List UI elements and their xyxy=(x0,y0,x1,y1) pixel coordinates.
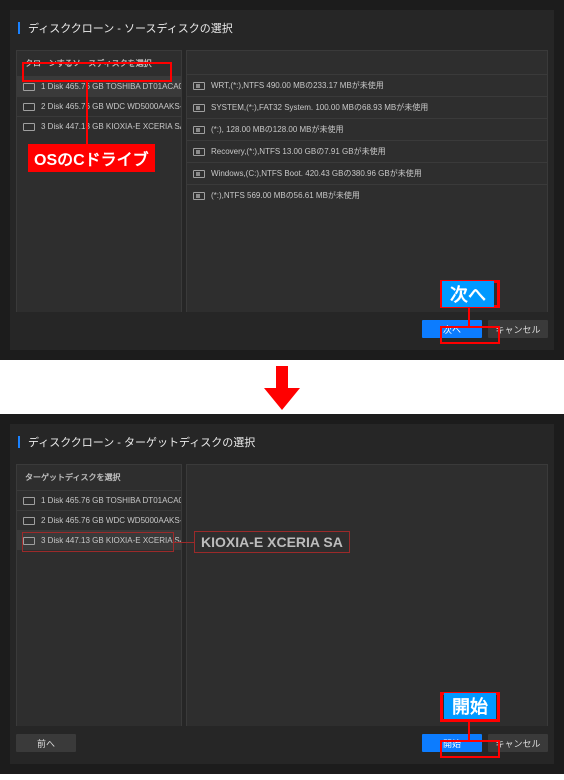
partition-list: WRT,(*:),NTFS 490.00 MBの233.17 MBが未使用 SY… xyxy=(186,50,548,312)
flow-arrow xyxy=(0,360,564,414)
target-disk-panel: ディスククローン - ターゲットディスクの選択 ターゲットディスクを選択 1 D… xyxy=(0,414,564,774)
disk-label: 1 Disk 465.76 GB TOSHIBA DT01ACA0 xyxy=(41,496,181,505)
back-button[interactable]: 前へ xyxy=(16,734,76,752)
back-button-label: 前へ xyxy=(37,737,55,750)
next-button-label: 次へ xyxy=(443,323,461,336)
disk-label: 2 Disk 465.76 GB WDC WD5000AAKS- xyxy=(41,102,181,111)
disk-icon xyxy=(23,123,35,131)
button-row: 前へ 開始 キャンセル xyxy=(10,726,554,752)
disk-icon xyxy=(23,497,35,505)
panel-title-row: ディスククローン - ソースディスクの選択 xyxy=(10,10,554,50)
next-button[interactable]: 次へ xyxy=(422,320,482,338)
target-partition-list xyxy=(186,464,548,726)
partition-row[interactable]: Recovery,(*:),NTFS 13.00 GBの7.91 GBが未使用 xyxy=(187,140,547,162)
panel-title-row: ディスククローン - ターゲットディスクの選択 xyxy=(10,424,554,464)
disk-row[interactable]: 3 Disk 447.13 GB KIOXIA-E XCERIA SA xyxy=(17,530,181,550)
cancel-button-label: キャンセル xyxy=(495,323,540,336)
disk-row[interactable]: 1 Disk 465.76 GB TOSHIBA DT01ACA0 xyxy=(17,490,181,510)
disk-icon xyxy=(23,517,35,525)
partition-row[interactable]: (*:),NTFS 569.00 MBの56.61 MBが未使用 xyxy=(187,184,547,206)
partition-icon xyxy=(193,104,205,112)
partition-label: (*:), 128.00 MBの128.00 MBが未使用 xyxy=(211,124,344,135)
partition-row[interactable]: (*:), 128.00 MBの128.00 MBが未使用 xyxy=(187,118,547,140)
target-disk-list: ターゲットディスクを選択 1 Disk 465.76 GB TOSHIBA DT… xyxy=(16,464,182,726)
page-title: ディスククローン - ソースディスクの選択 xyxy=(28,20,233,36)
disk-label: 1 Disk 465.76 GB TOSHIBA DT01ACA0 xyxy=(41,82,181,91)
partition-icon xyxy=(193,148,205,156)
disk-row[interactable]: 2 Disk 465.76 GB WDC WD5000AAKS- xyxy=(17,510,181,530)
target-list-header: ターゲットディスクを選択 xyxy=(17,465,181,490)
page-title: ディスククローン - ターゲットディスクの選択 xyxy=(28,434,255,450)
disk-icon xyxy=(23,103,35,111)
disk-row[interactable]: 2 Disk 465.76 GB WDC WD5000AAKS- xyxy=(17,96,181,116)
partition-label: Recovery,(*:),NTFS 13.00 GBの7.91 GBが未使用 xyxy=(211,146,386,157)
button-row: 次へ キャンセル xyxy=(10,312,554,338)
source-disk-list: クローンするソースディスクを選択 1 Disk 465.76 GB TOSHIB… xyxy=(16,50,182,312)
start-button-label: 開始 xyxy=(443,737,461,750)
partition-icon xyxy=(193,82,205,90)
cancel-button-label: キャンセル xyxy=(495,737,540,750)
cancel-button[interactable]: キャンセル xyxy=(488,320,548,338)
partition-row[interactable]: Windows,(C:),NTFS Boot. 420.43 GBの380.96… xyxy=(187,162,547,184)
partition-list-header xyxy=(187,465,547,488)
partition-icon xyxy=(193,170,205,178)
arrow-down-icon xyxy=(262,366,302,410)
disk-label: 2 Disk 465.76 GB WDC WD5000AAKS- xyxy=(41,516,181,525)
partition-row[interactable]: WRT,(*:),NTFS 490.00 MBの233.17 MBが未使用 xyxy=(187,74,547,96)
start-button[interactable]: 開始 xyxy=(422,734,482,752)
partition-label: SYSTEM,(*:),FAT32 System. 100.00 MBの68.9… xyxy=(211,102,428,113)
source-list-header: クローンするソースディスクを選択 xyxy=(17,51,181,76)
title-accent xyxy=(18,22,20,34)
disk-icon xyxy=(23,83,35,91)
source-disk-panel: ディスククローン - ソースディスクの選択 クローンするソースディスクを選択 1… xyxy=(0,0,564,360)
partition-icon xyxy=(193,192,205,200)
partition-row[interactable]: SYSTEM,(*:),FAT32 System. 100.00 MBの68.9… xyxy=(187,96,547,118)
disk-row[interactable]: 3 Disk 447.13 GB KIOXIA-E XCERIA SA xyxy=(17,116,181,136)
partition-label: WRT,(*:),NTFS 490.00 MBの233.17 MBが未使用 xyxy=(211,80,384,91)
disk-label: 3 Disk 447.13 GB KIOXIA-E XCERIA SA xyxy=(41,122,181,131)
disk-row[interactable]: 1 Disk 465.76 GB TOSHIBA DT01ACA0 xyxy=(17,76,181,96)
partition-label: (*:),NTFS 569.00 MBの56.61 MBが未使用 xyxy=(211,190,360,201)
cancel-button[interactable]: キャンセル xyxy=(488,734,548,752)
partition-icon xyxy=(193,126,205,134)
partition-label: Windows,(C:),NTFS Boot. 420.43 GBの380.96… xyxy=(211,168,422,179)
disk-icon xyxy=(23,537,35,545)
partition-list-header xyxy=(187,51,547,74)
disk-label: 3 Disk 447.13 GB KIOXIA-E XCERIA SA xyxy=(41,536,181,545)
title-accent xyxy=(18,436,20,448)
